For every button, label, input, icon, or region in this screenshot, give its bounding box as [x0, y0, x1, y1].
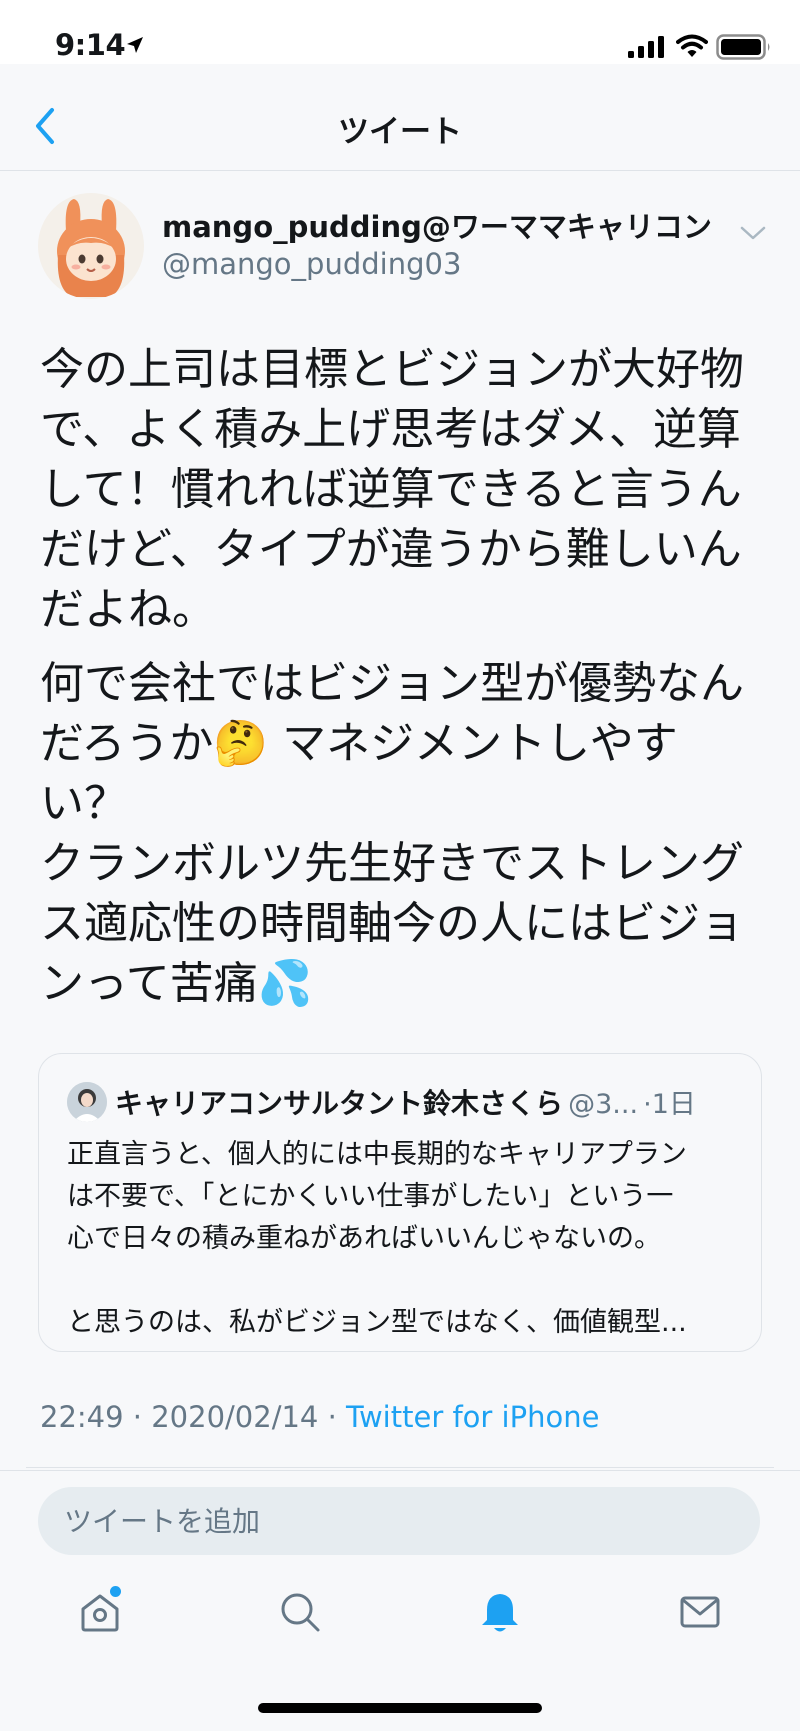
reply-bar	[0, 1470, 800, 1591]
tweet-date: 2020/02/14	[151, 1400, 319, 1434]
quoted-tweet-card[interactable]: キャリアコンサルタント鈴木さくら @3... ·1日 正直言うと、個人的には中長…	[38, 1053, 762, 1352]
author-name[interactable]: mango_pudding@ワーママキャリコン	[162, 204, 712, 246]
home-indicator	[258, 1703, 542, 1713]
quoted-tweet-header: キャリアコンサルタント鈴木さくら @3... ·1日	[115, 1082, 745, 1124]
wifi-icon	[676, 34, 708, 57]
tweet-text: 今の上司は目標とビジョンが大好物 で、よく積み上げ思考はダメ、逆算 して！慣れれ…	[40, 340, 760, 1028]
author-avatar[interactable]	[38, 193, 144, 299]
tab-notifications[interactable]	[400, 1590, 600, 1660]
status-time: 9:14	[55, 28, 126, 62]
nav-header: ツイート	[0, 64, 800, 171]
location-arrow-icon	[127, 37, 143, 53]
meta-separator: ·	[132, 1400, 143, 1434]
page-title: ツイート	[338, 114, 462, 150]
tweet-client-link[interactable]: Twitter for iPhone	[346, 1400, 599, 1434]
tweet-paragraph: 何で会社ではビジョン型が優勢なん だろうか🤔 マネジメントしやすい？ クランボル…	[40, 658, 744, 1009]
mail-icon	[680, 1596, 720, 1628]
search-icon	[281, 1593, 320, 1632]
cellular-signal-icon	[628, 36, 664, 58]
quoted-author-handle: @3...	[568, 1089, 639, 1120]
divider	[26, 1467, 774, 1468]
battery-icon	[716, 34, 770, 60]
tweet-author: mango_pudding@ワーママキャリコン @mango_pudding03	[0, 171, 800, 299]
quoted-author-avatar	[67, 1082, 107, 1122]
tweet-meta: 22:49 · 2020/02/14 · Twitter for iPhone	[40, 1400, 599, 1434]
quoted-author-name: キャリアコンサルタント鈴木さくら	[115, 1087, 564, 1120]
person-avatar-icon	[67, 1082, 107, 1122]
tab-home[interactable]	[0, 1586, 200, 1660]
tab-search[interactable]	[200, 1590, 400, 1660]
chevron-down-icon[interactable]	[738, 223, 768, 243]
meta-separator: ·	[327, 1400, 337, 1434]
tweet-paragraph: 今の上司は目標とビジョンが大好物 で、よく積み上げ思考はダメ、逆算 して！慣れれ…	[40, 344, 744, 635]
reply-input[interactable]	[38, 1487, 760, 1555]
tab-bar	[0, 1586, 800, 1731]
notification-dot	[110, 1586, 121, 1597]
status-bar: 9:14	[0, 0, 800, 64]
bell-icon	[482, 1594, 518, 1632]
quoted-tweet-text: 正直言うと、個人的には中長期的なキャリアプラン は不要で、「とにかくいい仕事がし…	[67, 1139, 687, 1338]
author-handle[interactable]: @mango_pudding03	[162, 247, 461, 281]
cartoon-avatar-icon	[57, 199, 125, 297]
tweet-time: 22:49	[40, 1400, 124, 1434]
quoted-tweet-time: ·1日	[643, 1089, 696, 1120]
tab-messages[interactable]	[600, 1590, 800, 1660]
